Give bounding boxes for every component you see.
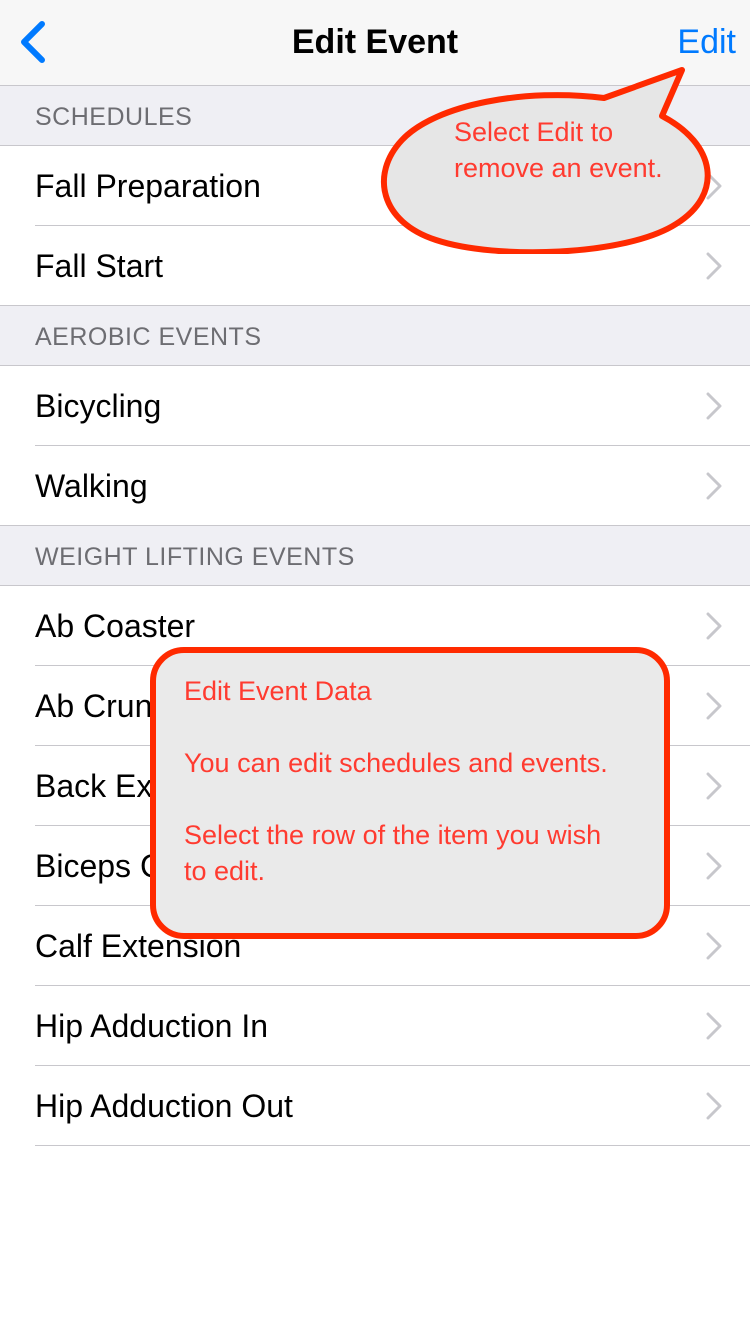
chevron-right-icon xyxy=(706,772,722,800)
chevron-right-icon xyxy=(706,252,722,280)
chevron-right-icon xyxy=(706,932,722,960)
section-header-label: SCHEDULES xyxy=(35,103,193,131)
section-header-label: WEIGHT LIFTING EVENTS xyxy=(35,543,355,571)
list-item[interactable]: Hip Adduction In xyxy=(0,986,750,1066)
row-separator xyxy=(35,1145,750,1146)
list-item-label: Hip Adduction Out xyxy=(35,1088,293,1124)
info-popup-line2: Select the row of the item you wish to e… xyxy=(184,820,602,886)
chevron-right-icon xyxy=(706,1012,722,1040)
list-item-label: Bicycling xyxy=(35,388,162,424)
chevron-right-icon xyxy=(706,392,722,420)
list-item-label: Fall Start xyxy=(35,248,164,284)
list-item[interactable]: Bicycling xyxy=(0,366,750,446)
chevron-right-icon xyxy=(706,692,722,720)
app-screen: Edit Event Edit SCHEDULES Fall Preparatio… xyxy=(0,0,750,1334)
info-popup-text: Edit Event Data You can edit schedules a… xyxy=(184,673,624,889)
chevron-right-icon xyxy=(706,472,722,500)
list-item-label: Fall Preparation xyxy=(35,168,261,204)
chevron-right-icon xyxy=(706,612,722,640)
chevron-right-icon xyxy=(706,1092,722,1120)
list-item[interactable]: Hip Adduction Out xyxy=(0,1066,750,1146)
chevron-right-icon xyxy=(706,852,722,880)
section-header: AEROBIC EVENTS xyxy=(0,306,750,366)
section-header-label: AEROBIC EVENTS xyxy=(35,323,262,351)
info-popup-line1: You can edit schedules and events. xyxy=(184,748,608,778)
info-popup-title: Edit Event Data xyxy=(184,676,372,706)
edit-hint-text: Select Edit to remove an event. xyxy=(454,117,663,183)
list-item-label: Hip Adduction In xyxy=(35,1008,269,1044)
info-popup: Edit Event Data You can edit schedules a… xyxy=(150,647,670,939)
list-item[interactable]: Walking xyxy=(0,446,750,526)
section-header: WEIGHT LIFTING EVENTS xyxy=(0,526,750,586)
list-item-label: Walking xyxy=(35,468,148,504)
